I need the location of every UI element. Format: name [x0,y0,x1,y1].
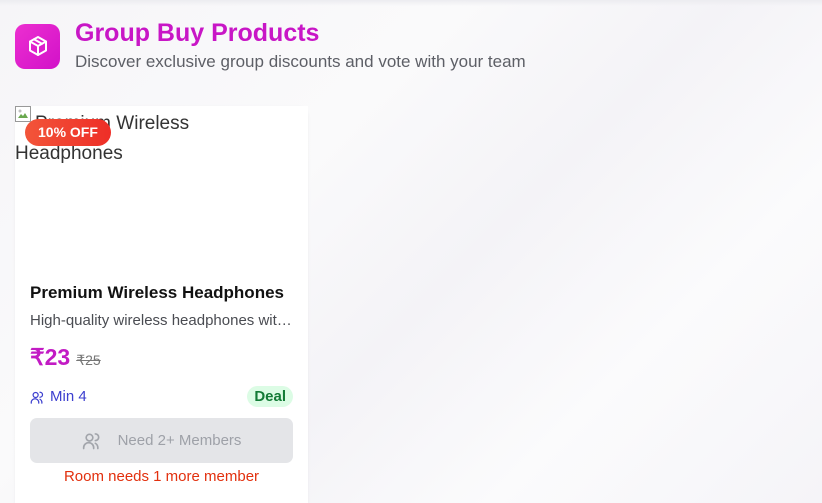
users-icon [82,432,100,449]
product-name: Premium Wireless Headphones [30,283,284,302]
users-icon [30,391,44,404]
page-title: Group Buy Products [75,19,320,47]
min-members-label: Min 4 [50,388,87,405]
meta-row: Min 4 Deal [30,386,293,407]
min-members: Min 4 [30,388,87,405]
room-status: Room needs 1 more member [63,468,260,485]
current-price: ₹23 [30,344,71,370]
deal-badge: Deal [247,386,293,407]
page-subtitle: Discover exclusive group discounts and v… [75,52,526,71]
join-button-label: Need 2+ Members [117,432,242,449]
price-row: ₹23 ₹25 [30,344,101,371]
discount-badge: 10% OFF [25,119,111,146]
product-card[interactable]: Premium Wireless Headphones 10% OFF Prem… [15,106,308,503]
original-price: ₹25 [76,352,101,368]
join-group-button[interactable]: Need 2+ Members [30,418,293,463]
product-description: High-quality wireless headphones with no… [30,312,293,329]
page-header: Group Buy Products Discover exclusive gr… [15,19,526,73]
top-shadow [0,0,822,6]
package-icon [15,24,60,69]
product-image: Premium Wireless Headphones 10% OFF [15,106,308,266]
